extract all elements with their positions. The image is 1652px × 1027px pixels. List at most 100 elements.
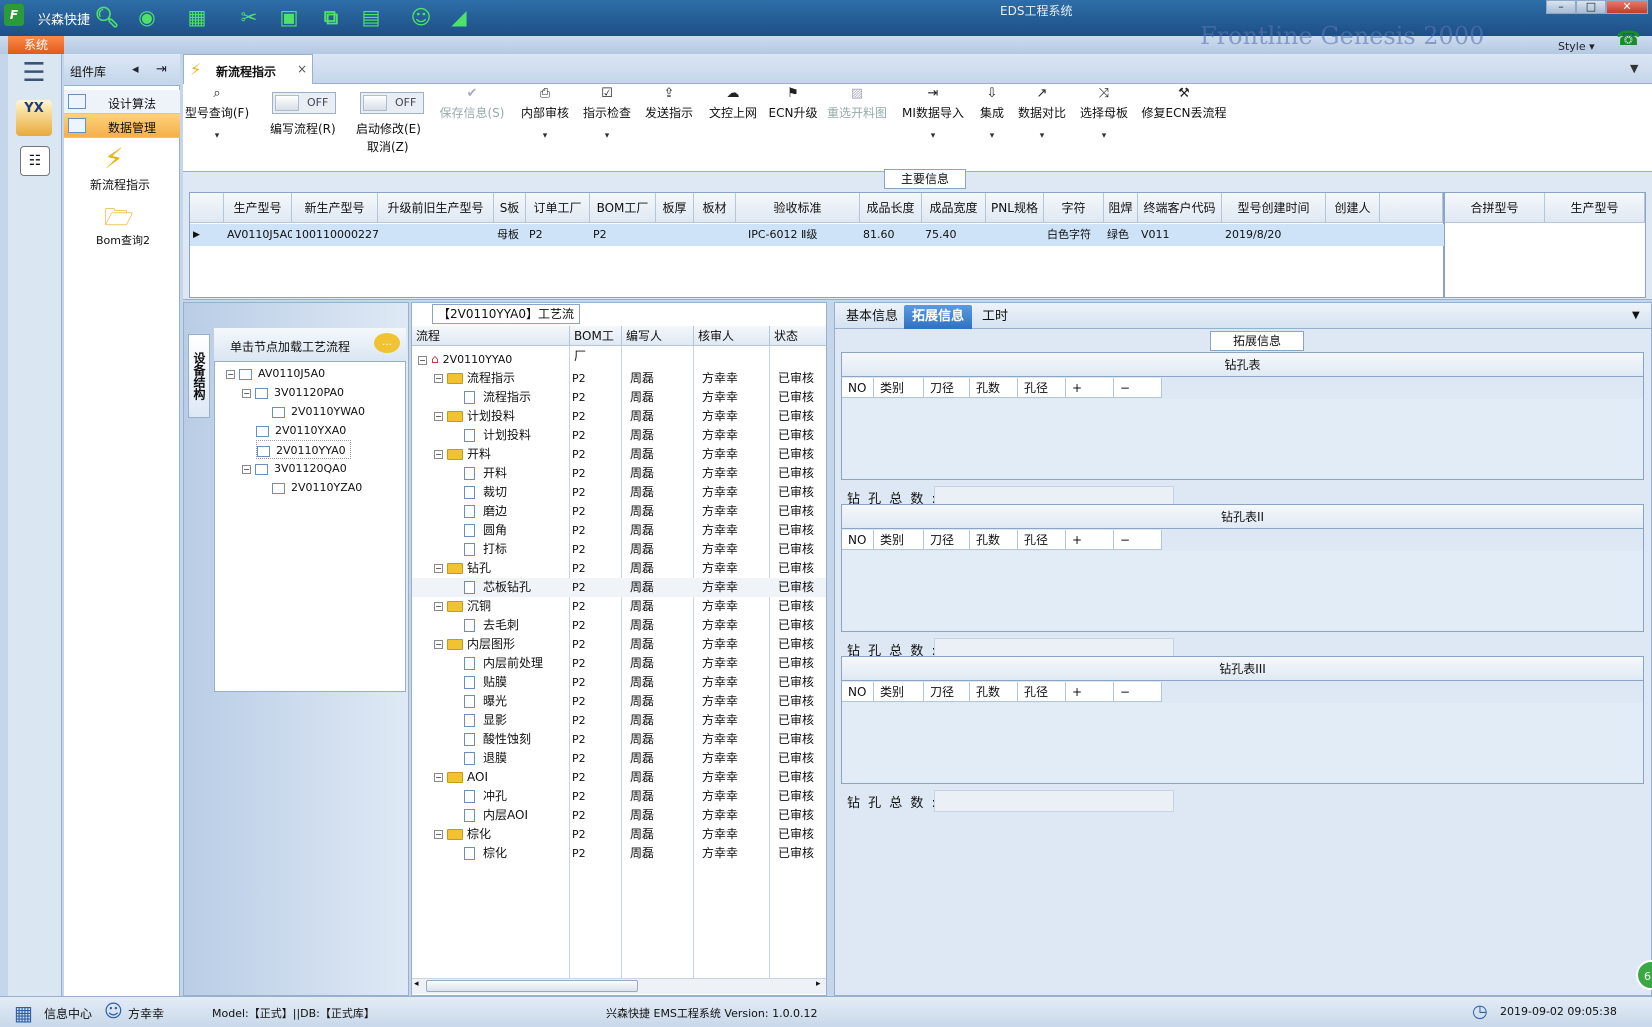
tab-new-flow[interactable]: ⚡ 新流程指示 ×	[183, 54, 313, 84]
collapse-left-icon[interactable]: ◂	[132, 62, 139, 77]
model-query-button[interactable]: ⌕ 型号查询(F) ▾	[184, 84, 250, 152]
dropdown-arrow-icon[interactable]: ▾	[1076, 131, 1132, 141]
tile-bom-query-label[interactable]: Bom查询2	[96, 232, 150, 248]
flow-row[interactable]: 酸性蚀刻 P2 周磊 方幸幸 已审核	[412, 730, 826, 749]
flow-row[interactable]: − 内层图形 P2 周磊 方幸幸 已审核	[412, 635, 826, 654]
collapse-icon[interactable]: −	[434, 830, 443, 839]
col-header[interactable]: 验收标准	[736, 193, 860, 223]
remove-row-button[interactable]: −	[1114, 378, 1162, 398]
col-header[interactable]: NO	[842, 530, 874, 550]
yx-module-icon[interactable]: YX	[16, 100, 52, 136]
col-header[interactable]: PNL规格	[986, 193, 1044, 223]
col-header[interactable]: 合拼型号	[1445, 193, 1545, 223]
chat-bubble-icon[interactable]: …	[374, 333, 400, 353]
dropdown-arrow-icon[interactable]: ▾	[896, 131, 970, 141]
chart-icon[interactable]: ◢	[446, 4, 472, 30]
col-header[interactable]: 状态	[770, 326, 826, 346]
collapse-icon[interactable]: −	[434, 412, 443, 421]
cell-material[interactable]	[694, 224, 736, 246]
lightning-icon[interactable]: ⚡	[104, 142, 124, 175]
cell-s-board[interactable]: 母板	[494, 224, 526, 246]
col-header[interactable]: 订单工厂	[526, 193, 590, 223]
col-header[interactable]: 编写人	[622, 326, 694, 346]
pin-icon[interactable]: ⇥	[156, 62, 167, 77]
remove-row-button[interactable]: −	[1114, 530, 1162, 550]
cancel-label[interactable]: 取消(Z)	[367, 138, 409, 155]
drill-total-input[interactable]	[934, 790, 1174, 812]
hamburger-icon[interactable]: ☰	[14, 58, 54, 90]
flow-row[interactable]: 计划投料 P2 周磊 方幸幸 已审核	[412, 426, 826, 445]
dropdown-arrow-icon[interactable]: ▾	[516, 131, 574, 141]
dropdown-arrow-icon[interactable]: ▾	[184, 131, 250, 141]
col-header[interactable]: 新生产型号	[292, 193, 378, 223]
collapse-icon[interactable]: −	[434, 773, 443, 782]
edit-flow-toggle[interactable]: OFF	[272, 92, 336, 114]
flow-row[interactable]: − 沉铜 P2 周磊 方幸幸 已审核	[412, 597, 826, 616]
cell-pnl[interactable]	[986, 224, 1044, 246]
col-header[interactable]: 类别	[874, 530, 924, 550]
tab-extended-info[interactable]: 拓展信息	[904, 305, 973, 329]
tab-dropdown-icon[interactable]: ▼	[1630, 62, 1638, 75]
tree-node[interactable]: − 3V01120QA0	[242, 459, 347, 478]
col-header[interactable]: S板	[494, 193, 526, 223]
internal-review-button[interactable]: ⎙ 内部审核 ▾	[516, 84, 574, 152]
layout-icon[interactable]: ▤	[358, 4, 384, 30]
tree-node[interactable]: 2V0110YXA0	[256, 421, 346, 440]
flow-row[interactable]: 裁切 P2 周磊 方幸幸 已审核	[412, 483, 826, 502]
col-header[interactable]: 刀径	[924, 682, 970, 702]
flow-row[interactable]: 磨边 P2 周磊 方幸幸 已审核	[412, 502, 826, 521]
add-row-button[interactable]: +	[1066, 378, 1114, 398]
add-row-button[interactable]: +	[1066, 530, 1114, 550]
col-header[interactable]: 板材	[694, 193, 736, 223]
flow-root-row[interactable]: − ⌂ 2V0110YYA0	[412, 350, 826, 369]
cell-new-model[interactable]: 10011000022751	[292, 224, 378, 246]
table-row[interactable]: ▶ AV0110J5A0 10011000022751 母板 P2 P2 IPC…	[190, 224, 1445, 246]
flow-row[interactable]: 圆角 P2 周磊 方幸幸 已审核	[412, 521, 826, 540]
tree-node-selected[interactable]: 2V0110YYA0	[256, 440, 351, 459]
col-header[interactable]: 成品宽度	[922, 193, 986, 223]
cell-bom-factory[interactable]: P2	[590, 224, 656, 246]
col-header[interactable]: 阻焊	[1104, 193, 1138, 223]
doc-control-online-button[interactable]: ☁ 文控上网	[704, 84, 762, 152]
col-header[interactable]: 字符	[1044, 193, 1104, 223]
minimize-button[interactable]: –	[1546, 0, 1576, 14]
flow-row[interactable]: 内层前处理 P2 周磊 方幸幸 已审核	[412, 654, 826, 673]
mi-data-import-button[interactable]: ⇥ MI数据导入 ▾	[896, 84, 970, 152]
panel-dropdown-icon[interactable]: ▼	[1632, 310, 1640, 321]
col-header[interactable]: 型号创建时间	[1222, 193, 1326, 223]
cell-char[interactable]: 白色字符	[1044, 224, 1104, 246]
col-header[interactable]: 板厚	[656, 193, 694, 223]
start-edit-toggle[interactable]: OFF	[360, 92, 424, 114]
flow-row[interactable]: − 流程指示 P2 周磊 方幸幸 已审核	[412, 369, 826, 388]
tree-node[interactable]: 2V0110YWA0	[272, 402, 365, 421]
col-header[interactable]: NO	[842, 378, 874, 398]
col-header[interactable]: 孔数	[970, 530, 1018, 550]
tab-work-hours[interactable]: 工时	[974, 305, 1016, 329]
style-menu[interactable]: Style ▾	[1558, 40, 1595, 53]
collapse-icon[interactable]: −	[434, 374, 443, 383]
globe-icon[interactable]: ◉	[134, 4, 160, 30]
col-header[interactable]: BOM工厂	[570, 326, 622, 363]
calculator-icon[interactable]: ☷	[20, 146, 50, 176]
cell-standard[interactable]: IPC-6012 Ⅱ级	[736, 224, 860, 246]
col-header[interactable]: 创建人	[1326, 193, 1380, 223]
flow-row[interactable]: 显影 P2 周磊 方幸幸 已审核	[412, 711, 826, 730]
col-header[interactable]: 升级前旧生产型号	[378, 193, 494, 223]
col-header[interactable]: 类别	[874, 682, 924, 702]
flow-row[interactable]: 退膜 P2 周磊 方幸幸 已审核	[412, 749, 826, 768]
flow-row[interactable]: 开料 P2 周磊 方幸幸 已审核	[412, 464, 826, 483]
collapse-icon[interactable]: −	[226, 369, 235, 379]
cell-order-factory[interactable]: P2	[526, 224, 590, 246]
collapse-icon[interactable]: −	[242, 464, 251, 474]
col-header[interactable]: 终端客户代码	[1138, 193, 1222, 223]
system-tab[interactable]: 系统	[8, 36, 64, 54]
flow-row[interactable]: − 钻孔 P2 周磊 方幸幸 已审核	[412, 559, 826, 578]
col-header[interactable]: 孔数	[970, 682, 1018, 702]
search-icon[interactable]: 🔍︎	[94, 4, 120, 30]
dropdown-arrow-icon[interactable]: ▾	[974, 131, 1010, 141]
library-item-design-algorithm[interactable]: 设计算法	[64, 90, 180, 114]
flow-row[interactable]: − 棕化 P2 周磊 方幸幸 已审核	[412, 825, 826, 844]
col-header[interactable]: 刀径	[924, 530, 970, 550]
scroll-right-icon[interactable]: ▸	[816, 979, 821, 989]
send-instruction-button[interactable]: ⇪ 发送指示	[640, 84, 698, 152]
